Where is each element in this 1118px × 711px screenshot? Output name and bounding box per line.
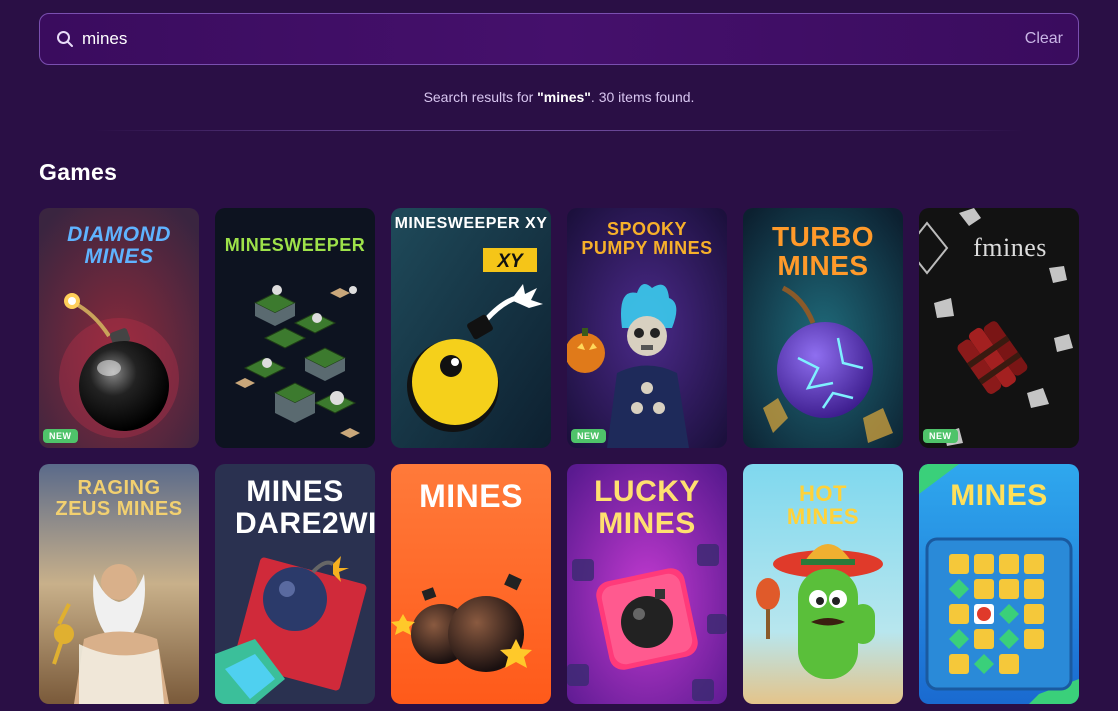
clear-button[interactable]: Clear — [1025, 30, 1063, 48]
new-badge: NEW — [43, 429, 78, 443]
game-title: RAGING ZEUS MINES — [55, 477, 183, 520]
search-bar[interactable]: Clear — [39, 13, 1079, 65]
svg-text:XY: XY — [496, 251, 525, 272]
game-tile-lucky-mines[interactable]: LUCKY MINES — [567, 464, 727, 704]
game-tile-spooky-pumpy-mines[interactable]: SPOOKY PUMPY MINES NEW — [567, 208, 727, 448]
game-title: MINESWEEPER XY — [394, 215, 548, 232]
game-title: LUCKY MINES — [594, 475, 700, 540]
results-query: "mines" — [537, 89, 591, 105]
game-title: HOT MINES — [786, 481, 860, 530]
game-title: MINES DARE2WIN — [235, 475, 375, 540]
game-tile-turbo-mines[interactable]: TURBO MINES — [743, 208, 903, 448]
game-title: MINES — [419, 478, 523, 514]
game-tile-mines-blue[interactable]: MINES — [919, 464, 1079, 704]
game-tile-hot-mines[interactable]: HOT MINES — [743, 464, 903, 704]
game-title: SPOOKY PUMPY MINES — [581, 219, 713, 258]
new-badge: NEW — [571, 429, 606, 443]
game-tile-raging-zeus-mines[interactable]: RAGING ZEUS MINES — [39, 464, 199, 704]
game-tile-minesweeper-xy[interactable]: XY MINESWEEPER XY — [391, 208, 551, 448]
games-grid: DIAMOND MINES NEW MINESWEEPER XY MINESWE… — [39, 208, 1079, 704]
game-title: DIAMOND MINES — [67, 223, 171, 269]
game-title: MINES — [950, 479, 1048, 512]
game-title: fmines — [973, 233, 1047, 262]
game-art-yellow-bomb: XY — [391, 208, 551, 448]
search-input[interactable] — [82, 29, 1025, 49]
game-tile-fmines[interactable]: fmines NEW — [919, 208, 1079, 448]
results-summary: Search results for "mines". 30 items fou… — [0, 89, 1118, 105]
results-prefix: Search results for — [423, 89, 538, 105]
game-title: TURBO MINES — [771, 221, 875, 282]
game-tile-mines-orange[interactable]: MINES — [391, 464, 551, 704]
results-suffix: . 30 items found. — [590, 89, 695, 105]
game-tile-minesweeper[interactable]: MINESWEEPER — [215, 208, 375, 448]
new-badge: NEW — [923, 429, 958, 443]
game-tile-mines-dare2win[interactable]: MINES DARE2WIN — [215, 464, 375, 704]
game-tile-diamond-mines[interactable]: DIAMOND MINES NEW — [39, 208, 199, 448]
section-title: Games — [39, 159, 118, 185]
divider — [95, 130, 1023, 131]
game-title: MINESWEEPER — [224, 235, 366, 255]
search-icon — [56, 30, 74, 48]
search-results-page: Clear Search results for "mines". 30 ite… — [0, 0, 1118, 711]
